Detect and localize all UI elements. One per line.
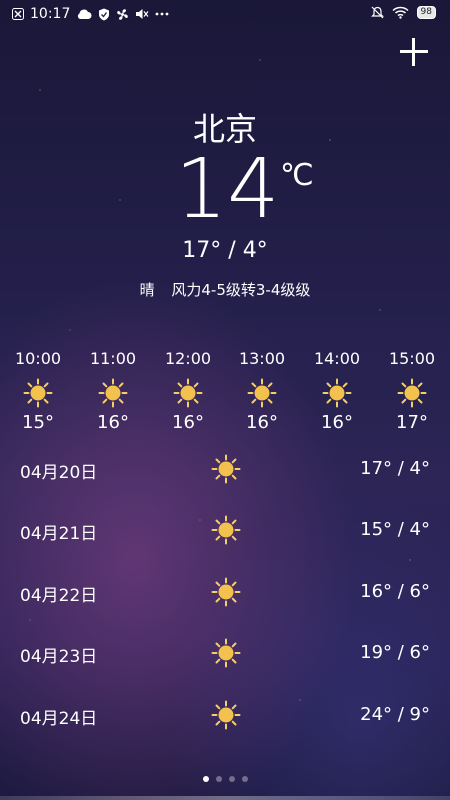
sun-icon xyxy=(23,378,53,408)
hour-time: 12:00 xyxy=(164,349,212,368)
today-range: 17° / 4° xyxy=(182,238,268,263)
day-date: 04月22日 xyxy=(20,586,98,606)
sun-icon xyxy=(247,378,277,408)
hour-item: 12:00 16° xyxy=(153,348,223,433)
hour-item: 15:00 17° xyxy=(377,348,447,433)
hour-item: 11:00 16° xyxy=(78,348,148,433)
battery-icon: 98 xyxy=(416,6,436,19)
day-date: 04月21日 xyxy=(20,524,98,544)
day-range: 16° / 6° xyxy=(360,581,430,602)
page-dot[interactable] xyxy=(202,776,209,782)
hour-temp: 17° xyxy=(396,412,428,433)
page-dot[interactable] xyxy=(228,776,235,782)
hour-item: 14:00 16° xyxy=(302,348,372,433)
weather-description: 晴 风力4-5级转3-4级级 xyxy=(0,279,450,300)
hour-time: 15:00 xyxy=(388,349,436,368)
hour-temp: 16° xyxy=(172,412,204,433)
status-right: 98 xyxy=(370,6,436,19)
status-left: 10:17 xyxy=(12,6,169,22)
weather-condition: 晴 xyxy=(139,281,155,299)
alarm-off-icon xyxy=(370,6,384,19)
hour-time: 13:00 xyxy=(238,349,286,368)
sun-icon xyxy=(211,700,241,730)
day-range: 17° / 4° xyxy=(360,458,430,479)
page-dot[interactable] xyxy=(215,776,222,782)
day-date: 04月24日 xyxy=(20,709,98,729)
daily-row[interactable]: 04月22日 16° / 6° xyxy=(0,569,450,617)
fan-icon xyxy=(116,8,129,21)
hour-time: 14:00 xyxy=(313,349,361,368)
hour-temp: 16° xyxy=(97,412,129,433)
status-time: 10:17 xyxy=(30,6,71,22)
sun-icon xyxy=(211,638,241,668)
day-date: 04月23日 xyxy=(20,647,98,667)
daily-row[interactable]: 04月23日 19° / 6° xyxy=(0,630,450,678)
sun-icon xyxy=(173,378,203,408)
temperature-unit: ℃ xyxy=(280,158,314,193)
shield-icon xyxy=(98,8,110,21)
daily-row[interactable]: 04月24日 24° / 9° xyxy=(0,692,450,740)
day-range: 15° / 4° xyxy=(360,519,430,540)
hour-item: 10:00 15° xyxy=(3,348,73,433)
wifi-icon xyxy=(392,6,409,19)
hour-time: 10:00 xyxy=(14,349,62,368)
page-indicator[interactable] xyxy=(0,776,450,782)
add-city-button[interactable] xyxy=(398,36,430,68)
sun-icon xyxy=(211,515,241,545)
day-range: 24° / 9° xyxy=(360,704,430,725)
bottom-edge xyxy=(0,796,450,800)
mute-icon xyxy=(135,8,149,20)
wind-info: 风力4-5级转3-4级级 xyxy=(171,281,311,299)
daily-row[interactable]: 04月21日 15° / 4° xyxy=(0,507,450,555)
close-icon xyxy=(12,8,24,20)
day-date: 04月20日 xyxy=(20,463,98,483)
hour-temp: 16° xyxy=(246,412,278,433)
hour-time: 11:00 xyxy=(89,349,137,368)
sun-icon xyxy=(211,454,241,484)
page-dot[interactable] xyxy=(241,776,248,782)
daily-row[interactable]: 04月20日 17° / 4° xyxy=(0,446,450,494)
sun-icon xyxy=(322,378,352,408)
current-temperature: 14 xyxy=(175,142,280,237)
hour-item: 13:00 16° xyxy=(227,348,297,433)
sun-icon xyxy=(397,378,427,408)
hour-temp: 15° xyxy=(22,412,54,433)
hour-temp: 16° xyxy=(321,412,353,433)
status-bar: 10:17 98 xyxy=(0,0,450,30)
sun-icon xyxy=(211,577,241,607)
more-icon xyxy=(155,12,169,16)
day-range: 19° / 6° xyxy=(360,642,430,663)
sun-icon xyxy=(98,378,128,408)
cloud-icon xyxy=(76,8,92,20)
hourly-forecast[interactable]: 10:00 15° 11:00 16° 12:00 16° 13:00 16° … xyxy=(0,348,450,448)
